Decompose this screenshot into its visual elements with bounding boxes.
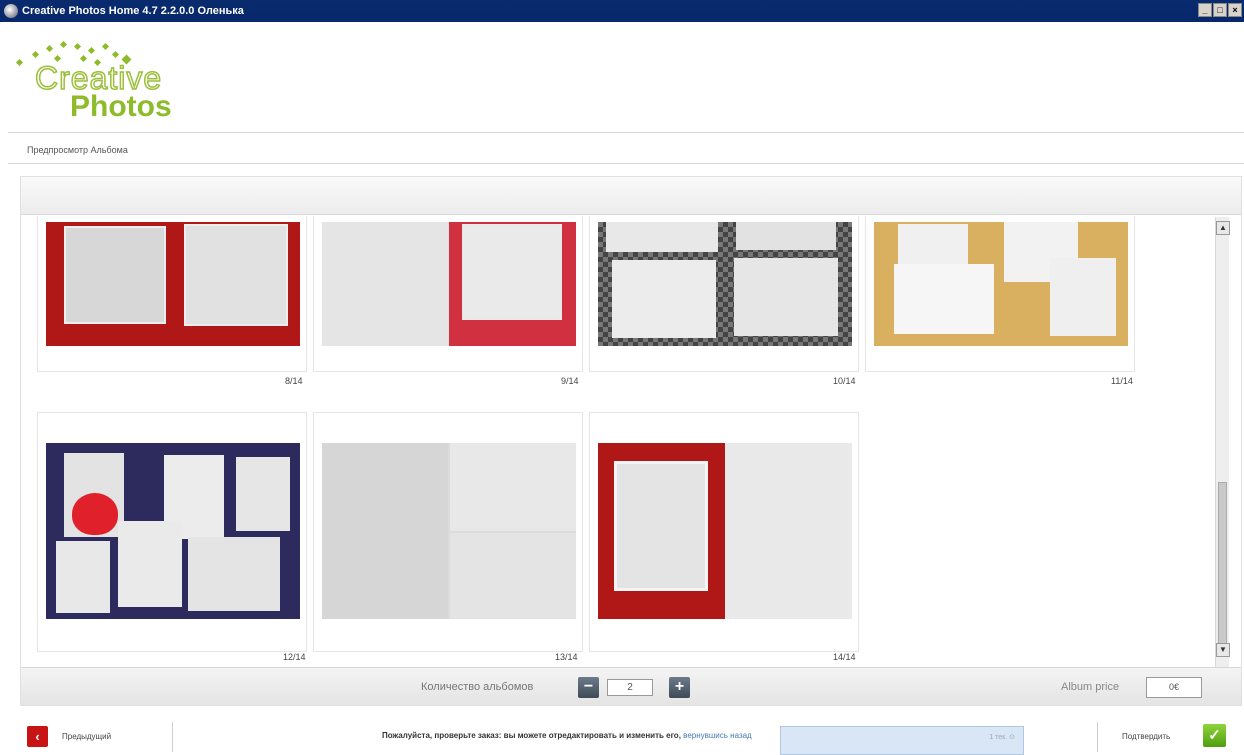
notification-text: 1 тек. ⊙ bbox=[989, 734, 1015, 741]
panel-toolbar bbox=[21, 177, 1241, 215]
go-back-link[interactable]: вернувшись назад bbox=[683, 731, 752, 740]
album-page-card[interactable] bbox=[313, 216, 583, 372]
page-number: 8/14 bbox=[285, 376, 303, 386]
notification-popup: 1 тек. ⊙ bbox=[780, 726, 1024, 755]
footer-bar: ‹ Предыдущий 1 тек. ⊙ Пожалуйста, провер… bbox=[0, 717, 1244, 755]
album-price-label: Album price bbox=[1061, 681, 1120, 693]
confirm-button[interactable]: Подтвердить bbox=[1122, 732, 1170, 741]
page-thumbnail[interactable] bbox=[598, 443, 852, 619]
album-page-card[interactable] bbox=[589, 216, 859, 372]
album-page-card[interactable] bbox=[589, 412, 859, 652]
window-buttons: _ □ × bbox=[1198, 3, 1242, 17]
maximize-button[interactable]: □ bbox=[1213, 3, 1227, 17]
divider bbox=[8, 132, 1244, 133]
panel-bottom-bar: Количество альбомов − 2 + Album price 0€ bbox=[21, 667, 1241, 705]
page-number: 14/14 bbox=[833, 652, 856, 662]
album-page-card[interactable] bbox=[37, 412, 307, 652]
divider bbox=[172, 722, 173, 752]
app-icon bbox=[4, 4, 18, 18]
review-message: Пожалуйста, проверьте заказ: вы можете о… bbox=[382, 731, 752, 740]
album-preview-panel: 8/14 9/14 10/14 11/14 12/14 13/14 14/14 … bbox=[20, 176, 1242, 706]
page-number: 9/14 bbox=[561, 376, 579, 386]
checkmark-icon[interactable]: ✓ bbox=[1203, 724, 1226, 747]
back-arrow-icon[interactable]: ‹ bbox=[27, 726, 48, 747]
scroll-thumb[interactable] bbox=[1218, 482, 1227, 647]
album-quantity-input[interactable]: 2 bbox=[607, 679, 653, 696]
page-number: 10/14 bbox=[833, 376, 856, 386]
album-price-field: 0€ bbox=[1146, 677, 1202, 698]
previous-button[interactable]: Предыдущий bbox=[62, 732, 111, 741]
page-thumbnail[interactable] bbox=[598, 222, 852, 346]
page-thumbnail[interactable] bbox=[322, 222, 576, 346]
vertical-scrollbar[interactable]: ▲ ▼ bbox=[1215, 217, 1230, 667]
page-thumbnail[interactable] bbox=[874, 222, 1128, 346]
increase-quantity-button[interactable]: + bbox=[669, 677, 690, 698]
app-header: Creative Photos bbox=[0, 22, 1244, 132]
minimize-button[interactable]: _ bbox=[1198, 3, 1212, 17]
divider bbox=[8, 163, 1244, 164]
window-title: Creative Photos Home 4.7 2.2.0.0 Оленька bbox=[22, 5, 244, 17]
page-number: 11/14 bbox=[1111, 376, 1133, 386]
scroll-up-button[interactable]: ▲ bbox=[1216, 221, 1230, 235]
page-number: 13/14 bbox=[555, 652, 578, 662]
page-thumbnail[interactable] bbox=[322, 443, 576, 619]
breadcrumb: Предпросмотр Альбома bbox=[27, 145, 128, 155]
page-thumbnail[interactable] bbox=[46, 443, 300, 619]
divider bbox=[1097, 722, 1098, 752]
album-page-card[interactable] bbox=[865, 216, 1135, 372]
close-button[interactable]: × bbox=[1228, 3, 1242, 17]
decrease-quantity-button[interactable]: − bbox=[578, 677, 599, 698]
album-quantity-label: Количество альбомов bbox=[421, 681, 534, 693]
review-message-text: Пожалуйста, проверьте заказ: вы можете о… bbox=[382, 731, 681, 740]
window-titlebar: Creative Photos Home 4.7 2.2.0.0 Оленька… bbox=[0, 0, 1244, 22]
album-page-card[interactable] bbox=[313, 412, 583, 652]
album-page-card[interactable] bbox=[37, 216, 307, 372]
page-thumbnail[interactable] bbox=[46, 222, 300, 346]
scroll-down-button[interactable]: ▼ bbox=[1216, 643, 1230, 657]
page-number: 12/14 bbox=[283, 652, 306, 662]
logo-text-photos: Photos bbox=[70, 90, 172, 123]
pages-grid[interactable]: 8/14 9/14 10/14 11/14 12/14 13/14 14/14 bbox=[21, 216, 1211, 666]
